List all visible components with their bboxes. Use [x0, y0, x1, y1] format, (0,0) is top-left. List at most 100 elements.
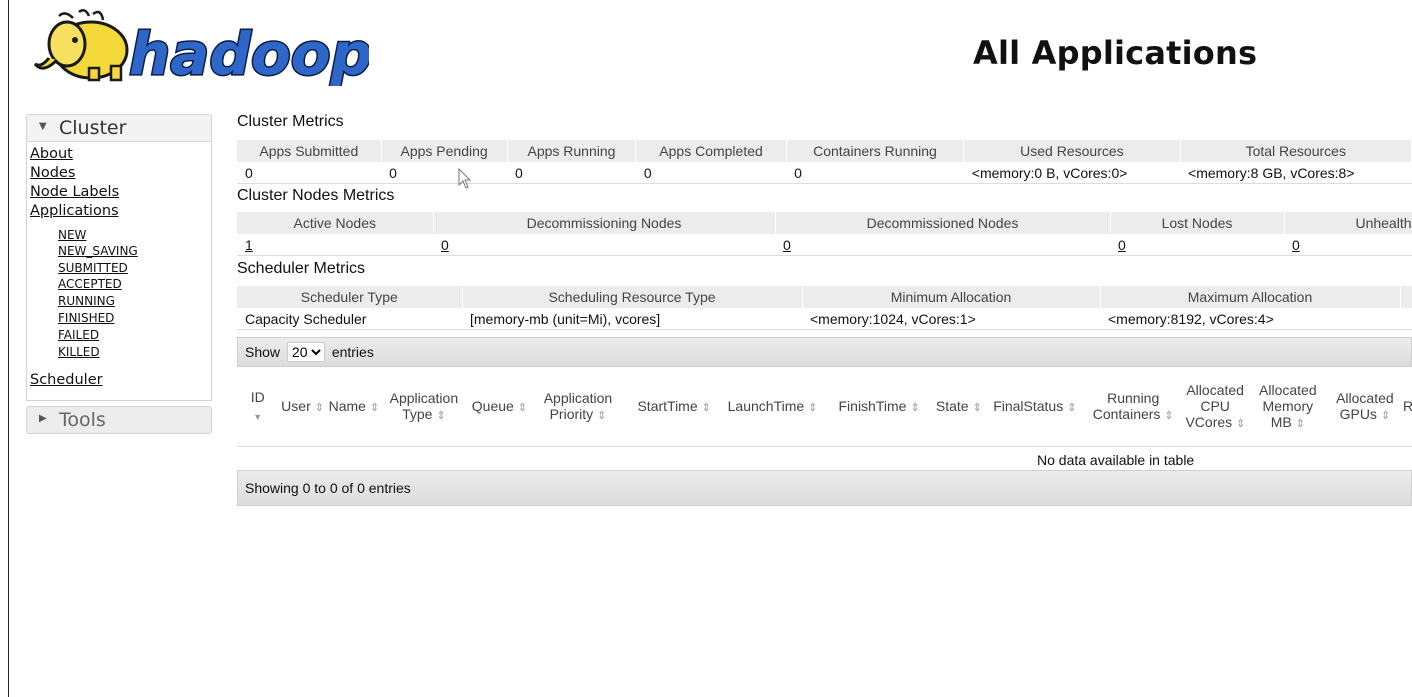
sidebar-state-failed[interactable]: FAILED	[58, 329, 99, 341]
sort-both-icon: ⇕	[1236, 418, 1246, 430]
table-row: 0 0 0 0 0 <memory:0 B, vCores:0> <memory…	[237, 162, 1412, 184]
active-nodes-link[interactable]: 1	[237, 234, 433, 256]
column-header[interactable]: FinalStatus ⇕	[986, 368, 1083, 447]
sidebar-link-scheduler[interactable]: Scheduler	[30, 372, 103, 388]
column-label: Application Type	[389, 390, 459, 422]
sort-both-icon: ⇕	[972, 402, 982, 414]
column-header: Decommissioning Nodes	[433, 212, 776, 234]
column-header[interactable]: FinishTime ⇕	[827, 368, 931, 447]
sidebar-state-new-saving[interactable]: NEW_SAVING	[58, 245, 138, 257]
sidebar-state-running[interactable]: RUNNING	[58, 295, 115, 307]
caret-right-icon: ▶	[39, 412, 47, 424]
sort-both-icon: ⇕	[1067, 402, 1077, 414]
unhealthy-nodes-link[interactable]: 0	[1284, 234, 1412, 256]
sidebar-tools-header[interactable]: ▶ Tools	[26, 406, 212, 434]
show-label: Show	[245, 344, 281, 360]
column-header[interactable]: Queue ⇕	[469, 368, 526, 447]
caret-down-icon: ▼	[39, 120, 47, 132]
showing-entries-info: Showing 0 to 0 of 0 entries	[245, 480, 411, 496]
mouse-cursor-icon	[458, 168, 472, 189]
table-header-row: Active Nodes Decommissioning Nodes Decom…	[237, 212, 1412, 234]
column-header[interactable]: Name ⇕	[326, 368, 378, 447]
sidebar-cluster-header[interactable]: ▼ Cluster	[26, 114, 212, 142]
sidebar-state-new[interactable]: NEW	[58, 229, 86, 241]
apps-running-value: 0	[507, 162, 636, 184]
column-label: Queue	[471, 398, 514, 414]
column-header[interactable]: Application Type ⇕	[377, 368, 470, 447]
sort-both-icon: ⇕	[808, 402, 818, 414]
scheduler-metrics-title: Scheduler Metrics	[237, 260, 366, 277]
sidebar-link-about[interactable]: About	[30, 146, 73, 162]
cluster-nodes-metrics-title: Cluster Nodes Metrics	[237, 187, 395, 204]
entries-label: entries	[331, 344, 374, 360]
total-resources-value: <memory:8 GB, vCores:8>	[1180, 162, 1412, 184]
column-label: State	[935, 398, 969, 414]
sort-both-icon: ⇕	[1295, 418, 1305, 430]
table-row: Capacity Scheduler [memory-mb (unit=Mi),…	[237, 308, 1412, 330]
column-header: Unhealth	[1284, 212, 1412, 234]
column-header[interactable]: R⇕	[1400, 368, 1412, 447]
column-label: LaunchTime	[727, 398, 805, 414]
column-label: User	[281, 398, 311, 414]
column-label: R	[1403, 398, 1412, 414]
sidebar-state-finished[interactable]: FINISHED	[58, 312, 114, 324]
column-header: Apps Submitted	[237, 140, 382, 162]
lost-nodes-link[interactable]: 0	[1110, 234, 1284, 256]
page-size-select[interactable]: 20	[286, 342, 325, 362]
column-header[interactable]: Allocated GPUs ⇕	[1328, 368, 1401, 447]
sidebar-link-node-labels[interactable]: Node Labels	[30, 184, 119, 200]
column-header[interactable]: StartTime ⇕	[630, 368, 718, 447]
column-header[interactable]: Application Priority ⇕	[525, 368, 631, 447]
containers-running-value: 0	[786, 162, 964, 184]
column-header: Apps Running	[507, 140, 637, 162]
column-header[interactable]: State ⇕	[931, 368, 987, 447]
decommissioning-nodes-link[interactable]: 0	[433, 234, 775, 256]
column-header: Lost Nodes	[1110, 212, 1285, 234]
sort-both-icon: ⇕	[1164, 410, 1174, 422]
sidebar-state-submitted[interactable]: SUBMITTED	[58, 262, 128, 274]
column-label: StartTime	[637, 398, 698, 414]
column-header[interactable]: ID ▼	[237, 368, 279, 447]
minimum-allocation-value: <memory:1024, vCores:1>	[802, 308, 1100, 330]
column-header: Decommissioned Nodes	[775, 212, 1111, 234]
sort-both-icon: ⇕	[701, 402, 711, 414]
column-header: Scheduler Type	[237, 286, 463, 308]
page-title: All Applications	[973, 34, 1258, 72]
column-label: FinalStatus	[993, 398, 1064, 414]
column-header: Maximum Allocation	[1100, 286, 1401, 308]
sidebar-state-killed[interactable]: KILLED	[58, 346, 100, 358]
column-header: Scheduling Resource Type	[462, 286, 803, 308]
sort-both-icon: ⇕	[436, 410, 446, 422]
column-label: ID	[250, 389, 265, 405]
table-row: 1 0 0 0 0	[237, 234, 1412, 256]
scheduler-metrics-table: Scheduler Type Scheduling Resource Type …	[237, 286, 1412, 330]
maximum-allocation-value: <memory:8192, vCores:4>	[1100, 308, 1400, 330]
elephant-icon	[33, 8, 129, 82]
sidebar-link-applications[interactable]: Applications	[30, 203, 119, 219]
apps-completed-value: 0	[635, 162, 787, 184]
tools-label: Tools	[59, 409, 106, 431]
sort-both-icon: ⇕	[1380, 410, 1391, 422]
datatable-info-footer: Showing 0 to 0 of 0 entries	[237, 470, 1412, 506]
sidebar-state-accepted[interactable]: ACCEPTED	[58, 278, 122, 290]
column-header[interactable]: Allocated Memory MB ⇕	[1246, 368, 1329, 447]
column-header: Minimum Allocation	[802, 286, 1101, 308]
sort-desc-icon: ▼	[253, 412, 263, 422]
column-label: Name	[328, 398, 366, 414]
column-header[interactable]: Allocated CPU VCores ⇕	[1183, 368, 1247, 447]
column-header[interactable]: Running Containers ⇕	[1082, 368, 1184, 447]
column-header[interactable]: LaunchTime ⇕	[717, 368, 828, 447]
column-header: Apps Completed	[635, 140, 787, 162]
sort-both-icon: ⇕	[597, 410, 607, 422]
datatable-length-toolbar: Show 20 entries	[237, 337, 1412, 367]
column-header	[1400, 286, 1412, 308]
apps-pending-value: 0	[381, 162, 508, 184]
table-header-row: Apps Submitted Apps Pending Apps Running…	[237, 140, 1412, 162]
sidebar-link-nodes[interactable]: Nodes	[30, 165, 75, 181]
hadoop-logo: hadoop	[33, 8, 369, 86]
sort-both-icon: ⇕	[370, 402, 378, 414]
sort-both-icon: ⇕	[314, 402, 324, 414]
decommissioned-nodes-link[interactable]: 0	[775, 234, 1110, 256]
scheduling-resource-type-value: [memory-mb (unit=Mi), vcores]	[462, 308, 802, 330]
column-header[interactable]: User ⇕	[278, 368, 327, 447]
